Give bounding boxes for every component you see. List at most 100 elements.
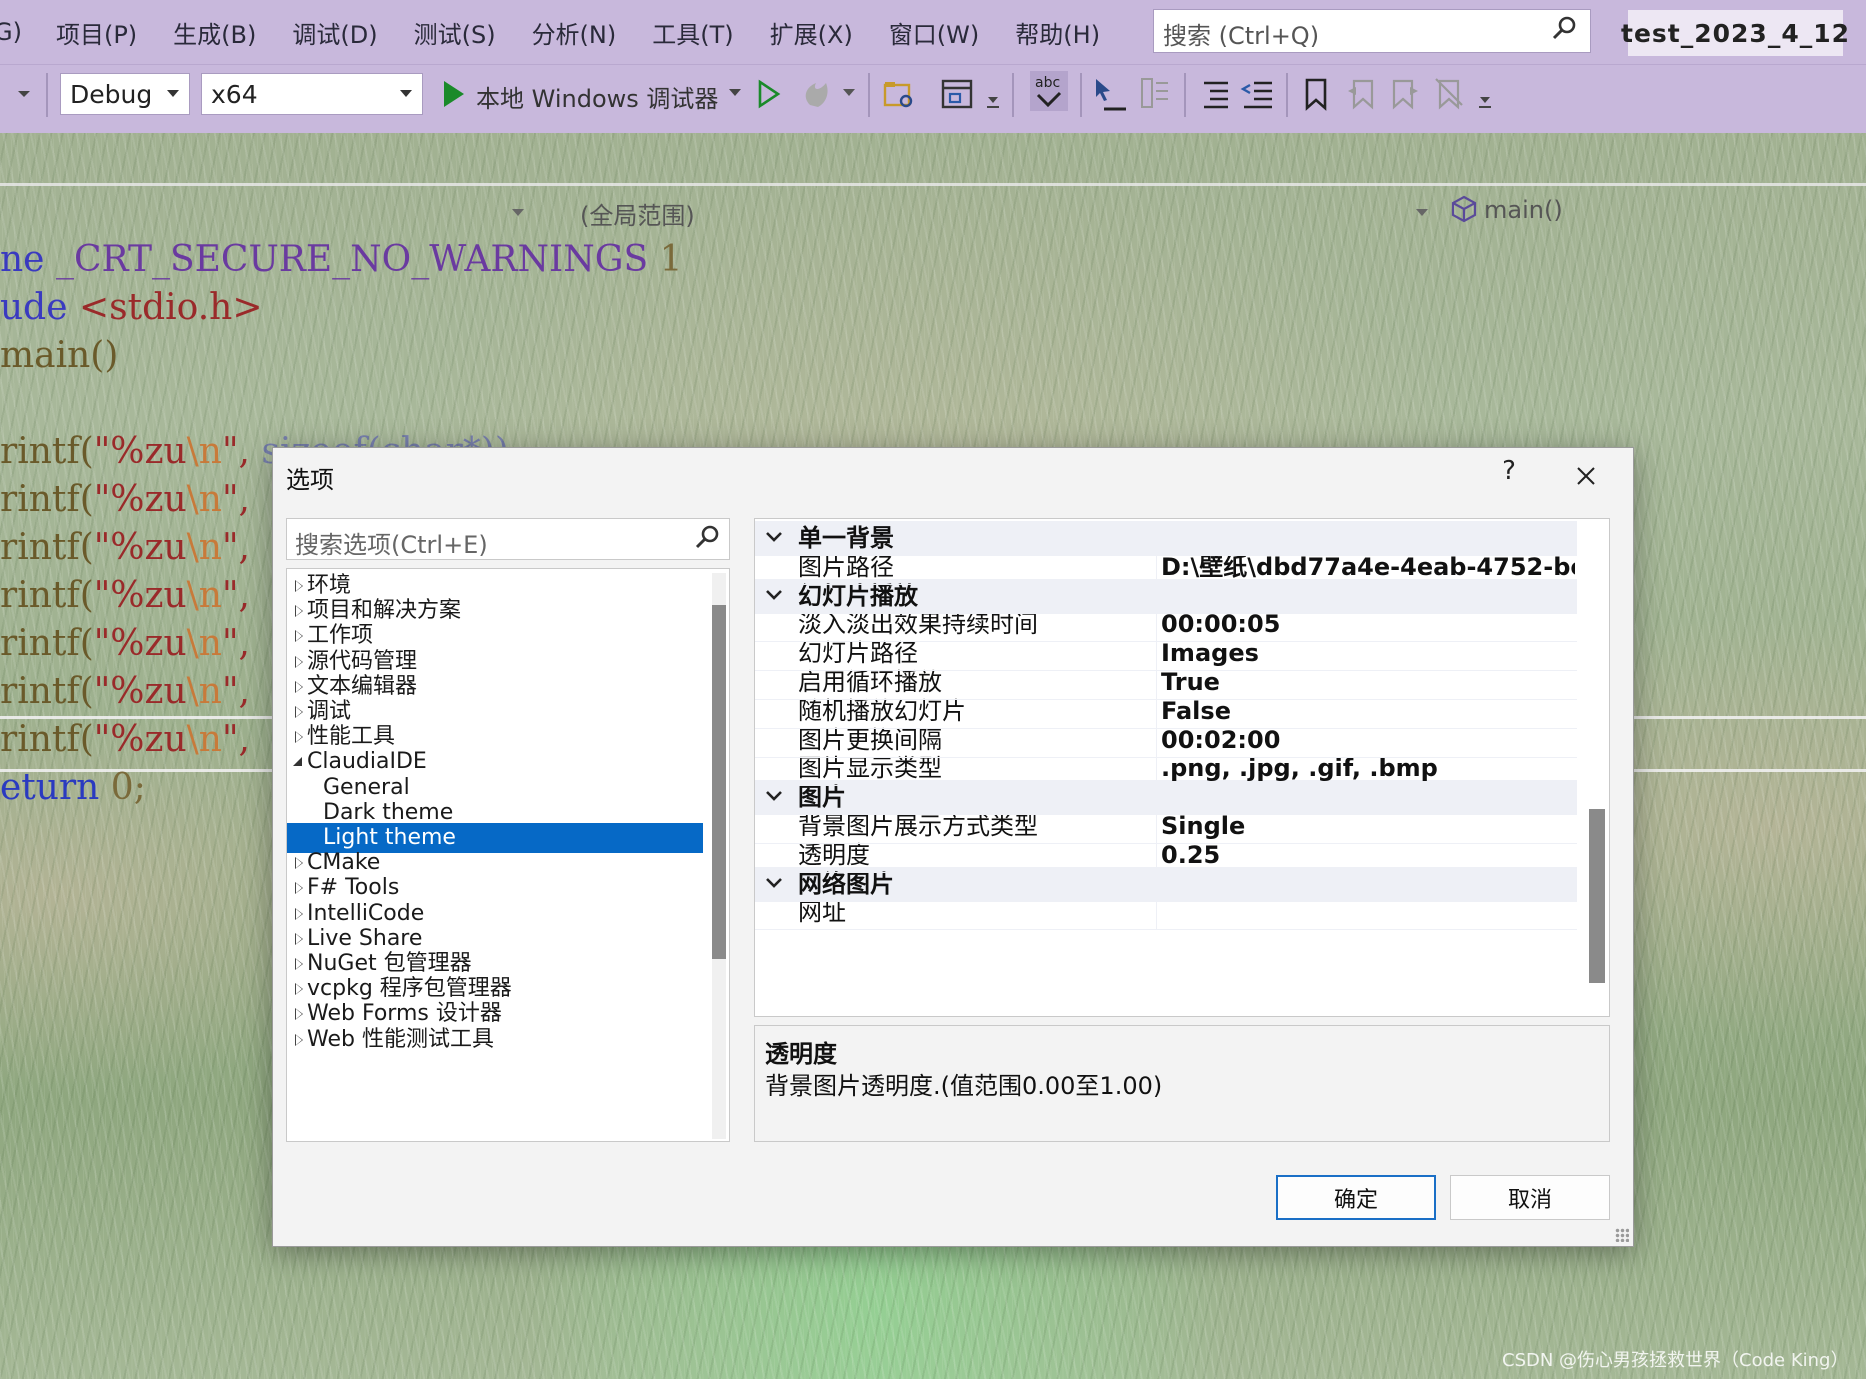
options-dialog: 选项 ? 搜索选项(Ctrl+E) 环境 项目和解决方案 工作项 源代码管理 文本编辑器… <box>272 447 1634 1247</box>
menu-item[interactable]: 测试(S) <box>414 15 496 50</box>
play-icon[interactable] <box>440 79 468 109</box>
help-button[interactable]: ? <box>1489 456 1529 486</box>
collapsed-triangle-icon[interactable] <box>295 1033 303 1046</box>
code-line: ne _CRT_SECURE_NO_WARNINGS 1 <box>0 236 683 284</box>
next-bookmark-icon[interactable] <box>1390 77 1420 111</box>
chevron-down-icon[interactable] <box>765 528 783 546</box>
chevron-down-icon[interactable] <box>765 874 783 892</box>
function-dropdown[interactable]: main() <box>1484 196 1563 224</box>
collapsed-triangle-icon[interactable] <box>295 706 303 718</box>
collapsed-triangle-icon[interactable] <box>295 655 303 668</box>
collapsed-triangle-icon[interactable] <box>295 907 303 920</box>
previous-bookmark-icon[interactable] <box>1346 77 1376 111</box>
chevron-down-icon[interactable] <box>986 93 1000 113</box>
toolbar-overflow-icon[interactable] <box>0 83 34 103</box>
outdent-icon[interactable] <box>1240 77 1274 111</box>
toolbar-separator <box>46 73 48 117</box>
clear-bookmarks-icon[interactable] <box>1434 77 1464 111</box>
property-scrollbar-thumb[interactable] <box>1589 809 1605 983</box>
options-search-input[interactable]: 搜索选项(Ctrl+E) <box>286 518 730 560</box>
collapsed-triangle-icon[interactable] <box>295 983 303 996</box>
chevron-down-icon[interactable] <box>765 586 783 604</box>
cancel-button[interactable]: 取消 <box>1450 1175 1610 1220</box>
debugger-label[interactable]: 本地 Windows 调试器 <box>476 79 718 114</box>
code-token: eturn <box>0 767 100 808</box>
code-token: \n <box>186 431 222 472</box>
code-token: ", <box>222 479 251 520</box>
code-token: 0; <box>99 767 146 808</box>
open-folder-icon[interactable] <box>882 77 916 111</box>
expanded-triangle-icon[interactable] <box>293 757 302 767</box>
chevron-down-icon <box>400 90 412 97</box>
tree-item[interactable]: Web 性能测试工具 <box>287 1025 703 1055</box>
property-scrollbar[interactable] <box>1583 519 1609 1016</box>
ok-button[interactable]: 确定 <box>1276 1175 1436 1220</box>
code-token: ", <box>222 527 251 568</box>
code-token: "%zu <box>93 527 187 568</box>
code-token: ", <box>222 431 251 472</box>
collapsed-triangle-icon[interactable] <box>295 630 303 643</box>
property-grid[interactable]: 网址 网络图片 透明度 0.25 背景图片展示方式类型 Single 图片 图片显示类型 .pn… <box>754 518 1610 1017</box>
property-category[interactable]: 单一背景 <box>755 521 1577 556</box>
browser-icon[interactable] <box>940 77 974 111</box>
collapsed-triangle-icon[interactable] <box>295 580 303 592</box>
collapsed-triangle-icon[interactable] <box>295 680 303 693</box>
config-dropdown[interactable]: Debug <box>60 73 190 115</box>
menu-item[interactable]: 分析(N) <box>532 15 617 50</box>
search-icon <box>1552 16 1576 40</box>
code-line: eturn 0; <box>0 764 146 812</box>
menu-item[interactable]: 扩展(X) <box>770 15 853 50</box>
spell-check-icon[interactable]: abc <box>1030 71 1068 111</box>
collapsed-triangle-icon[interactable] <box>295 958 303 970</box>
code-token: "%zu <box>93 575 187 616</box>
solution-name-badge[interactable]: test_2023_4_12 <box>1621 10 1849 56</box>
chevron-down-icon[interactable] <box>1478 93 1492 113</box>
code-token: rintf( <box>0 527 94 568</box>
collapsed-triangle-icon[interactable] <box>295 932 303 945</box>
menu-item[interactable]: 项目(P) <box>56 15 137 50</box>
indent-icon[interactable] <box>1198 77 1232 111</box>
search-icon <box>695 525 719 549</box>
step-cursor-icon[interactable] <box>1092 75 1128 115</box>
hot-reload-icon[interactable] <box>800 77 834 111</box>
code-token: ", <box>222 719 251 760</box>
platform-dropdown[interactable]: x64 <box>201 73 423 115</box>
code-token: "%zu <box>93 671 187 712</box>
chevron-down-icon[interactable] <box>512 209 524 216</box>
tree-scrollbar[interactable] <box>712 573 726 1139</box>
code-token: "%zu <box>93 479 187 520</box>
tree-scrollbar-thumb[interactable] <box>712 605 726 959</box>
menu-item[interactable]: 帮助(H) <box>1015 15 1100 50</box>
collapsed-triangle-icon[interactable] <box>295 882 303 895</box>
chevron-down-icon[interactable] <box>1416 209 1428 216</box>
code-line: rintf("%zu\n", <box>0 476 250 524</box>
code-token: \n <box>186 575 222 616</box>
scope-dropdown[interactable]: (全局范围) <box>580 196 695 231</box>
menu-item[interactable]: 工具(T) <box>652 15 733 50</box>
close-icon[interactable] <box>1566 456 1606 496</box>
global-search-input[interactable]: 搜索 (Ctrl+Q) <box>1153 9 1591 53</box>
resize-grip-icon[interactable] <box>1615 1228 1629 1242</box>
menu-item[interactable]: 生成(B) <box>173 15 256 50</box>
format-document-icon[interactable] <box>1138 75 1172 113</box>
code-token: rintf( <box>0 671 94 712</box>
menu-item[interactable]: G) <box>0 18 22 46</box>
menu-item[interactable]: 调试(D) <box>292 15 377 50</box>
chevron-down-icon[interactable] <box>765 787 783 805</box>
options-tree[interactable]: 环境 项目和解决方案 工作项 源代码管理 文本编辑器 调试 性能工具 ClaudiaIDE Ge… <box>286 568 730 1142</box>
collapsed-triangle-icon[interactable] <box>295 1008 303 1021</box>
code-token: \n <box>186 719 222 760</box>
toolbar-separator <box>1080 73 1082 117</box>
menu-item[interactable]: 窗口(W) <box>889 15 979 50</box>
chevron-down-icon[interactable] <box>842 87 856 99</box>
code-token: _CRT_SECURE_NO_WARNINGS <box>55 239 649 280</box>
start-without-debug-icon[interactable] <box>756 79 782 109</box>
code-token: "%zu <box>93 719 187 760</box>
collapsed-triangle-icon[interactable] <box>295 731 303 744</box>
collapsed-triangle-icon[interactable] <box>295 605 303 618</box>
code-line: rintf("%zu\n", <box>0 572 250 620</box>
code-token: "%zu <box>93 623 187 664</box>
bookmark-icon[interactable] <box>1302 77 1330 111</box>
collapsed-triangle-icon[interactable] <box>295 857 303 870</box>
chevron-down-icon[interactable] <box>728 87 742 99</box>
